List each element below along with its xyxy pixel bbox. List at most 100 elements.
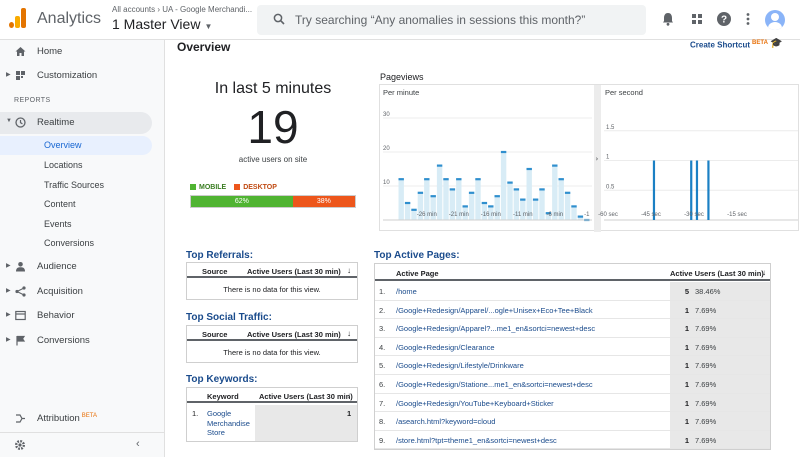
sidebar-sub-conversions[interactable]: Conversions	[0, 234, 152, 253]
mobile-share-bar: 62%	[191, 196, 293, 207]
beta-badge: BETA	[81, 413, 98, 419]
sidebar-sub-traffic-sources[interactable]: Traffic Sources	[0, 176, 152, 195]
analytics-logo-icon[interactable]	[9, 8, 27, 28]
per-minute-label: Per minute	[383, 88, 420, 97]
x-tick-label: -60 sec	[598, 212, 618, 218]
sidebar-item-label: Behavior	[37, 310, 75, 321]
active-pages-table: Active Page Active Users (Last 30 min) ↓…	[374, 263, 771, 450]
active-users-percent: 7.69%	[695, 342, 717, 352]
active-users-percent: 7.69%	[695, 324, 717, 334]
x-tick-label: -30 sec	[684, 212, 704, 218]
y-tick-label: 30	[383, 112, 390, 118]
more-vert-icon[interactable]	[740, 11, 756, 27]
main-content: Overview Create Shortcut BETA 🎓 In last 5…	[165, 38, 800, 457]
expand-arrow-icon: ▶	[6, 263, 11, 269]
sidebar-item-attribution[interactable]: Attribution BETA	[0, 408, 165, 430]
row-number: 3.	[379, 324, 386, 334]
gear-icon[interactable]	[14, 439, 26, 451]
page-link[interactable]: /Google+Redesign/Statione...me1_en&sortc…	[396, 380, 593, 389]
x-tick-label: -15 sec	[727, 212, 747, 218]
graduation-cap-icon[interactable]: 🎓	[770, 38, 782, 49]
home-icon	[15, 47, 26, 56]
search-input[interactable]	[295, 11, 635, 29]
active-users-percent: 7.69%	[695, 305, 717, 315]
active-users-value: 1	[684, 342, 689, 352]
notifications-bell-icon[interactable]	[660, 11, 676, 27]
search-bar[interactable]	[257, 5, 646, 35]
page-link[interactable]: /Google+Redesign/Clearance	[396, 343, 495, 352]
collapse-chevron-icon[interactable]: ‹	[136, 438, 140, 450]
apps-grid-icon[interactable]	[689, 11, 705, 27]
clock-icon	[15, 117, 26, 128]
sidebar-sub-overview[interactable]: Overview	[0, 136, 152, 155]
mobile-label: MOBILE	[199, 184, 227, 191]
beta-badge: BETA	[752, 40, 768, 46]
expand-arrow-icon: ▶	[6, 337, 11, 343]
page-link[interactable]: /asearch.html?keyword=cloud	[396, 417, 495, 426]
bar-fill	[571, 206, 577, 220]
col-active-users[interactable]: Active Users (Last 30 min)	[247, 330, 341, 339]
sidebar-item-customization[interactable]: ▶ Customization	[0, 65, 165, 87]
person-icon	[16, 262, 25, 272]
sidebar-item-behavior[interactable]: ▶ Behavior	[0, 305, 165, 327]
page-title: Overview	[177, 40, 231, 54]
page-link[interactable]: /store.html?tpt=theme1_en&sortci=newest+…	[396, 436, 557, 445]
sidebar-item-audience[interactable]: ▶ Audience	[0, 256, 165, 278]
y-tick-label: 1	[606, 155, 610, 161]
view-name: 1 Master View	[112, 16, 201, 32]
sort-arrow-icon[interactable]: ↓	[347, 391, 351, 400]
account-breadcrumb[interactable]: All accounts › UA - Google Merchandi...	[112, 5, 252, 14]
sidebar-sub-events[interactable]: Events	[0, 215, 152, 234]
active-users-percent: 7.69%	[695, 398, 717, 408]
active-pages-rows: 1. /home 5 38.46% 2. /Google+Redesign/Apparel…	[375, 282, 770, 450]
user-avatar[interactable]	[765, 10, 785, 30]
sidebar-item-label: Home	[37, 46, 63, 57]
page-link[interactable]: /Google+Redesign/Apparel/...ogle+Unisex+…	[396, 306, 593, 315]
create-shortcut-link[interactable]: Create Shortcut BETA	[690, 40, 768, 50]
sidebar-item-label: Audience	[37, 261, 77, 272]
sidebar-item-realtime[interactable]: ▼ Realtime	[0, 112, 152, 134]
col-active-users[interactable]: Active Users (Last 30 min)	[670, 269, 764, 278]
desktop-share-bar: 38%	[292, 196, 355, 207]
sort-arrow-icon[interactable]: ↓	[347, 329, 351, 338]
sidebar-item-home[interactable]: Home	[0, 41, 165, 63]
view-selector[interactable]: 1 Master View ▼	[112, 16, 212, 32]
row-number: 5.	[379, 361, 386, 371]
row-number: 6.	[379, 380, 386, 389]
bar-fill	[564, 192, 571, 220]
active-users-value: 1	[684, 417, 689, 427]
sidebar-sub-content[interactable]: Content	[0, 195, 152, 214]
expand-arrow-icon: ▼	[6, 118, 12, 124]
sidebar-sub-locations[interactable]: Locations	[0, 156, 152, 175]
table-row: 1. Google Merchandise Store 1	[187, 405, 357, 441]
mobile-swatch	[190, 184, 196, 190]
social-table: Source Active Users (Last 30 min) ↓ Ther…	[186, 325, 358, 363]
chevron-right-icon: ›	[596, 155, 599, 163]
x-tick-label: -11 min	[513, 212, 533, 218]
attribution-icon	[16, 414, 25, 423]
page-link[interactable]: /Google+Redesign/Apparel?...me1_en&sortc…	[396, 324, 595, 333]
page-link[interactable]: /Google+Redesign/YouTube+Keyboard+Sticke…	[396, 399, 554, 408]
value-cell-bg	[255, 405, 357, 441]
sub-label: Conversions	[44, 238, 95, 248]
bar-fill	[468, 192, 475, 220]
sidebar-item-acquisition[interactable]: ▶ Acquisition	[0, 281, 165, 303]
page-link[interactable]: /home	[396, 287, 417, 296]
bar-fill	[398, 179, 404, 220]
table-header: Keyword Active Users (Last 30 min) ↓	[187, 388, 357, 403]
page-link[interactable]: /Google+Redesign/Lifestyle/Drinkware	[396, 361, 524, 370]
active-users-value: 1	[684, 324, 689, 334]
col-active-users[interactable]: Active Users (Last 30 min)	[259, 392, 353, 401]
table-row: 5. /Google+Redesign/Lifestyle/Drinkware 1 7…	[375, 356, 770, 375]
sort-arrow-icon[interactable]: ↓	[347, 266, 351, 275]
keyword-link[interactable]: Google Merchandise Store	[207, 409, 252, 438]
col-source: Source	[202, 267, 228, 276]
grid-icon	[16, 71, 25, 80]
social-title: Top Social Traffic:	[186, 312, 272, 323]
referrals-table: Source Active Users (Last 30 min) ↓ Ther…	[186, 262, 358, 300]
sidebar-item-label: Acquisition	[37, 286, 83, 297]
sidebar-item-conversions[interactable]: ▶ Conversions	[0, 330, 165, 352]
help-icon[interactable]: ?	[716, 11, 732, 27]
col-active-users[interactable]: Active Users (Last 30 min)	[247, 267, 341, 276]
sort-arrow-icon[interactable]: ↓	[762, 268, 766, 277]
